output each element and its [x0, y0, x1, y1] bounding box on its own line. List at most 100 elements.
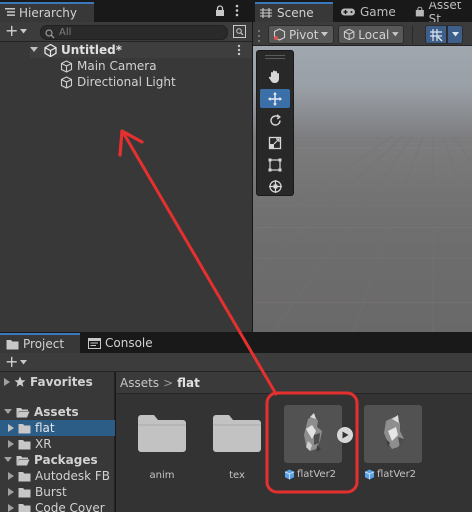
move-arrows-icon [268, 91, 282, 106]
tab-console[interactable]: Console [82, 333, 162, 353]
chevron-right-icon [8, 488, 14, 496]
chevron-down-icon [20, 28, 28, 33]
project-toolbar [0, 353, 472, 372]
tree-folder-xr[interactable]: XR [8, 436, 52, 452]
unity-scene-icon [44, 43, 57, 57]
hierarchy-item-label: Directional Light [77, 75, 176, 89]
gamepad-icon [341, 8, 355, 16]
tab-game-label: Game [360, 5, 396, 19]
model-thumbnail [284, 405, 342, 463]
breadcrumb-current[interactable]: flat [177, 376, 200, 390]
tab-scene-label: Scene [277, 6, 314, 20]
tree-label: flat [35, 421, 55, 435]
star-icon [14, 376, 26, 387]
asset-label-row: flatVer2 [364, 469, 416, 480]
folder-icon [18, 503, 31, 512]
grid-snap-button[interactable] [425, 25, 447, 44]
scale-tool-button[interactable] [260, 133, 290, 152]
tab-project[interactable]: Project [0, 333, 80, 353]
asset-label: flatVer2 [297, 469, 337, 480]
scene-grid-icon [260, 8, 272, 18]
tab-asset-store-label: Asset St [428, 2, 462, 22]
local-space-icon [343, 28, 355, 41]
chevron-down-icon [20, 359, 28, 364]
tab-scene[interactable]: Scene [255, 2, 333, 22]
character-model-icon [384, 415, 404, 449]
hierarchy-menu-icon[interactable] [235, 4, 239, 20]
scene-root-row[interactable]: Untitled* [30, 42, 252, 58]
list-icon [4, 6, 16, 21]
chevron-right-icon [4, 378, 10, 386]
folder-open-icon [16, 407, 30, 417]
grid-snap-dropdown[interactable] [447, 25, 463, 44]
asset-label: tex [229, 470, 245, 481]
tab-hierarchy[interactable]: Hierarchy [0, 2, 94, 22]
lock-icon[interactable] [215, 5, 225, 20]
rotate-icon [269, 114, 281, 126]
asset-model-flatver2-mesh[interactable]: flatVer2 [360, 402, 428, 488]
transform-icon [268, 180, 282, 193]
asset-model-flatver2[interactable]: flatVer2 [278, 402, 360, 488]
folder-icon [6, 339, 19, 349]
hierarchy-add-button[interactable]: + [5, 21, 28, 40]
tree-label: Autodesk FB [35, 469, 111, 483]
hierarchy-item-main-camera[interactable]: Main Camera [60, 58, 157, 74]
asset-label-row: flatVer2 [284, 469, 336, 480]
grid-snap-icon [430, 28, 443, 41]
tree-favorites[interactable]: Favorites [4, 374, 93, 390]
scene-visibility-icon[interactable] [233, 25, 246, 41]
scene-tools-overlay [256, 50, 294, 196]
tab-project-label: Project [23, 337, 65, 351]
pivot-label: Pivot [289, 27, 319, 42]
chevron-down-icon [4, 457, 12, 462]
folder-icon [18, 423, 31, 433]
move-tool-button[interactable] [260, 89, 290, 108]
local-dropdown[interactable]: Local [338, 25, 404, 44]
asset-folder-anim[interactable]: anim [128, 402, 196, 488]
chevron-right-icon [8, 504, 14, 512]
tree-folder-flat[interactable]: flat [8, 420, 55, 436]
chevron-right-icon [8, 424, 14, 432]
pivot-dropdown[interactable]: Pivot [268, 25, 334, 44]
folder-open-icon [16, 455, 30, 465]
character-model-icon [304, 413, 322, 452]
toolbar-separator [412, 26, 413, 44]
model-thumbnail [364, 405, 422, 463]
prefab-cube-icon [364, 469, 375, 480]
project-add-button[interactable]: + [5, 354, 28, 370]
transform-tool-button[interactable] [260, 177, 290, 196]
scale-icon [268, 136, 282, 149]
breadcrumb: Assets > flat [116, 372, 472, 394]
search-placeholder: All [59, 27, 72, 38]
tree-package-code-coverage[interactable]: Code Cover [8, 500, 115, 512]
breadcrumb-assets[interactable]: Assets [120, 376, 159, 390]
tree-label: Code Cover [35, 501, 105, 512]
hierarchy-item-directional-light[interactable]: Directional Light [60, 74, 176, 90]
pivot-icon [273, 28, 286, 41]
rect-tool-button[interactable] [260, 155, 290, 174]
tree-package-autodesk[interactable]: Autodesk FB [8, 468, 115, 484]
tab-game[interactable]: Game [336, 2, 410, 22]
rect-transform-icon [268, 158, 282, 171]
tab-asset-store[interactable]: Asset St [411, 2, 472, 22]
toolbar-grip-icon [257, 28, 261, 47]
tree-assets[interactable]: Assets [4, 404, 79, 420]
store-bag-icon [415, 6, 424, 17]
chevron-right-icon [8, 472, 14, 480]
chevron-down-icon [30, 47, 38, 52]
rotate-tool-button[interactable] [260, 111, 290, 130]
asset-folder-tex[interactable]: tex [203, 402, 271, 488]
hierarchy-search-input[interactable]: All [40, 25, 228, 40]
scene-menu-icon[interactable] [237, 44, 241, 59]
breadcrumb-separator: > [163, 375, 174, 390]
tree-package-burst[interactable]: Burst [8, 484, 67, 500]
add-plus-icon: + [5, 21, 19, 40]
local-label: Local [358, 27, 390, 42]
hand-tool-button[interactable] [260, 67, 290, 86]
gameobject-cube-icon [60, 75, 73, 89]
prefab-cube-icon [284, 469, 295, 480]
play-icon[interactable] [337, 427, 353, 443]
tree-packages[interactable]: Packages [4, 452, 98, 468]
chevron-down-icon [392, 32, 399, 37]
tree-label: Burst [35, 485, 67, 499]
